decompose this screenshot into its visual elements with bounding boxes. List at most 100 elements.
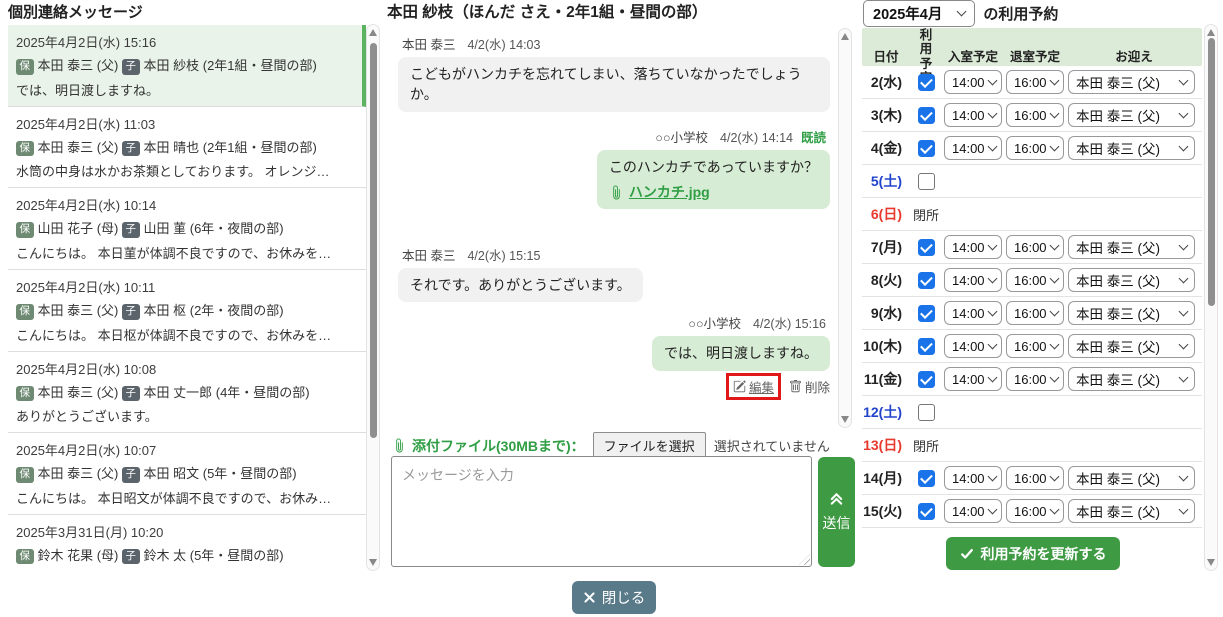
exit-time-select[interactable]: 16:00: [1006, 235, 1064, 259]
entry-time-select[interactable]: 14:00: [944, 70, 1002, 94]
list-item[interactable]: 2025年4月2日(水) 11:03 保本田 泰三 (父) 子本田 晴也 (2年…: [8, 107, 366, 189]
entry-time-select[interactable]: 14:00: [944, 136, 1002, 160]
reservation-date: 3(木): [862, 105, 910, 125]
close-button[interactable]: 閉じる: [572, 581, 656, 614]
scroll-down-icon[interactable]: [841, 416, 849, 423]
pickup-person-select[interactable]: 本田 泰三 (父): [1068, 301, 1195, 325]
delete-message-link[interactable]: 削除: [789, 377, 830, 396]
exit-time-select[interactable]: 16:00: [1006, 334, 1064, 358]
pickup-person-select[interactable]: 本田 泰三 (父): [1068, 103, 1195, 127]
usage-checkbox[interactable]: [918, 74, 935, 91]
scroll-down-icon[interactable]: [1207, 559, 1215, 566]
message-preview: こんにちは。 本日枢が体調不良ですので、お休みを…: [16, 325, 358, 344]
list-item[interactable]: 2025年4月2日(水) 10:08 保本田 泰三 (父) 子本田 丈一郎 (4…: [8, 352, 366, 434]
usage-checkbox[interactable]: [918, 404, 935, 421]
edit-message-link[interactable]: 編集: [733, 377, 774, 396]
child-badge: 子: [122, 141, 140, 157]
scrollbar-thumb[interactable]: [1208, 38, 1215, 306]
entry-time-select[interactable]: 14:00: [944, 103, 1002, 127]
reservation-scrollbar[interactable]: [1204, 24, 1218, 571]
attachment-link[interactable]: ハンカチ.jpg: [629, 182, 710, 202]
message-input[interactable]: [391, 456, 812, 567]
child-name: 本田 枢 (2年・夜間の部): [144, 303, 284, 318]
guardian-name: 本田 泰三 (父): [38, 140, 119, 155]
sender-name: 本田 泰三: [402, 249, 455, 263]
entry-time-select[interactable]: 14:00: [944, 367, 1002, 391]
exit-time-select[interactable]: 16:00: [1006, 499, 1064, 523]
usage-checkbox[interactable]: [918, 173, 935, 190]
reservation-title: の利用予約: [983, 3, 1058, 24]
update-reservation-button[interactable]: 利用予約を更新する: [946, 537, 1120, 570]
list-item[interactable]: 2025年4月2日(水) 10:14 保山田 花子 (母) 子山田 菫 (6年・…: [8, 188, 366, 270]
message-preview: 水筒の中身は水かお茶類としております。 オレンジ…: [16, 161, 358, 180]
exit-time-select[interactable]: 16:00: [1006, 367, 1064, 391]
sender-name: ○○小学校: [655, 131, 708, 145]
pickup-person-select[interactable]: 本田 泰三 (父): [1068, 235, 1195, 259]
entry-time-select[interactable]: 14:00: [944, 466, 1002, 490]
exit-time-select[interactable]: 16:00: [1006, 103, 1064, 127]
close-icon: [583, 591, 596, 604]
message-bubble: このハンカチであっていますか？ ハンカチ.jpg: [597, 150, 830, 210]
sender-name: ○○小学校: [688, 317, 741, 331]
usage-checkbox[interactable]: [918, 371, 935, 388]
exit-time-select[interactable]: 16:00: [1006, 70, 1064, 94]
closed-label: 閉所: [910, 436, 1202, 455]
list-item[interactable]: 2025年4月2日(水) 10:07 保本田 泰三 (父) 子本田 昭文 (5年…: [8, 433, 366, 515]
exit-time-select[interactable]: 16:00: [1006, 268, 1064, 292]
pickup-person-select[interactable]: 本田 泰三 (父): [1068, 466, 1195, 490]
message-preview: こんにちは。 本日菫が体調不良ですので、お休みを…: [16, 243, 358, 262]
exit-time-select[interactable]: 16:00: [1006, 136, 1064, 160]
list-item[interactable]: 2025年4月2日(水) 15:16 保本田 泰三 (父) 子本田 紗枝 (2年…: [8, 25, 366, 107]
usage-checkbox[interactable]: [918, 239, 935, 256]
pickup-person-select[interactable]: 本田 泰三 (父): [1068, 334, 1195, 358]
pickup-person-select[interactable]: 本田 泰三 (父): [1068, 268, 1195, 292]
pickup-person-select[interactable]: 本田 泰三 (父): [1068, 70, 1195, 94]
usage-checkbox[interactable]: [918, 305, 935, 322]
exit-time-select[interactable]: 16:00: [1006, 466, 1064, 490]
message-people: 保本田 泰三 (父) 子本田 紗枝 (2年1組・昼間の部): [16, 55, 354, 76]
message-time: 4/2(水) 14:14: [720, 131, 793, 145]
reservation-row: 12(土): [862, 396, 1202, 429]
child-name: 本田 晴也 (2年1組・昼間の部): [144, 140, 317, 155]
choose-file-button[interactable]: ファイルを選択: [593, 432, 706, 459]
chevron-down-icon: [957, 7, 967, 17]
list-item[interactable]: 2025年3月31日(月) 10:20 保鈴木 花果 (母) 子鈴木 太 (5年…: [8, 515, 366, 572]
pickup-person-select[interactable]: 本田 泰三 (父): [1068, 499, 1195, 523]
exit-time-select[interactable]: 16:00: [1006, 301, 1064, 325]
entry-time-select[interactable]: 14:00: [944, 334, 1002, 358]
scroll-up-icon[interactable]: [1207, 29, 1215, 36]
entry-time-select[interactable]: 14:00: [944, 499, 1002, 523]
reservation-row: 13(日) 閉所: [862, 429, 1202, 462]
guardian-name: 鈴木 花果 (母): [38, 548, 119, 563]
list-item[interactable]: 2025年4月2日(水) 10:11 保本田 泰三 (父) 子本田 枢 (2年・…: [8, 270, 366, 352]
month-select[interactable]: 2025年4月: [863, 0, 975, 27]
entry-time-select[interactable]: 14:00: [944, 301, 1002, 325]
reservation-row: 11(金) 14:00 16:00 本田 泰三 (父): [862, 363, 1202, 396]
reservation-row: 8(火) 14:00 16:00 本田 泰三 (父): [862, 264, 1202, 297]
col-pickup: お迎え: [1066, 50, 1202, 64]
usage-checkbox[interactable]: [918, 140, 935, 157]
scroll-up-icon[interactable]: [841, 33, 849, 40]
message-date: 2025年3月31日(月) 10:20: [16, 522, 358, 541]
scroll-up-icon[interactable]: [369, 29, 377, 36]
chat-message: ○○小学校4/2(水) 14:14既読 このハンカチであっていますか？ ハンカチ…: [398, 127, 830, 210]
send-button[interactable]: 送信: [818, 457, 855, 567]
scrollbar-thumb[interactable]: [370, 43, 377, 438]
entry-time-select[interactable]: 14:00: [944, 268, 1002, 292]
pickup-person-select[interactable]: 本田 泰三 (父): [1068, 367, 1195, 391]
usage-checkbox[interactable]: [918, 272, 935, 289]
scroll-down-icon[interactable]: [369, 559, 377, 566]
usage-checkbox[interactable]: [918, 338, 935, 355]
usage-checkbox[interactable]: [918, 470, 935, 487]
chat-scrollbar[interactable]: [838, 28, 852, 428]
chevron-down-icon: [1049, 471, 1059, 481]
pickup-person-select[interactable]: 本田 泰三 (父): [1068, 136, 1195, 160]
usage-checkbox[interactable]: [918, 107, 935, 124]
reservation-date: 5(土): [862, 171, 910, 191]
annotation-highlight-box: 編集: [726, 373, 781, 400]
reservation-date: 10(木): [862, 336, 910, 356]
chat-message: 本田 泰三4/2(水) 15:15 それです。ありがとうございます。: [398, 245, 830, 302]
message-list-scrollbar[interactable]: [366, 24, 380, 571]
usage-checkbox[interactable]: [918, 503, 935, 520]
entry-time-select[interactable]: 14:00: [944, 235, 1002, 259]
